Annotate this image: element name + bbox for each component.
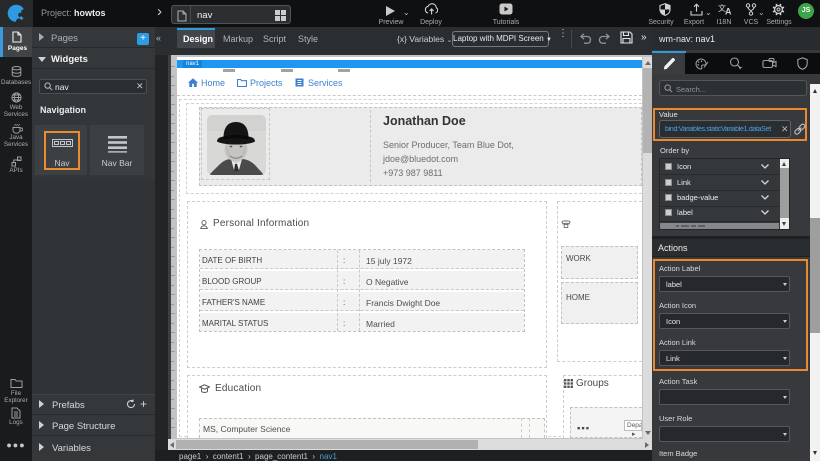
svg-text:A: A — [725, 7, 732, 15]
